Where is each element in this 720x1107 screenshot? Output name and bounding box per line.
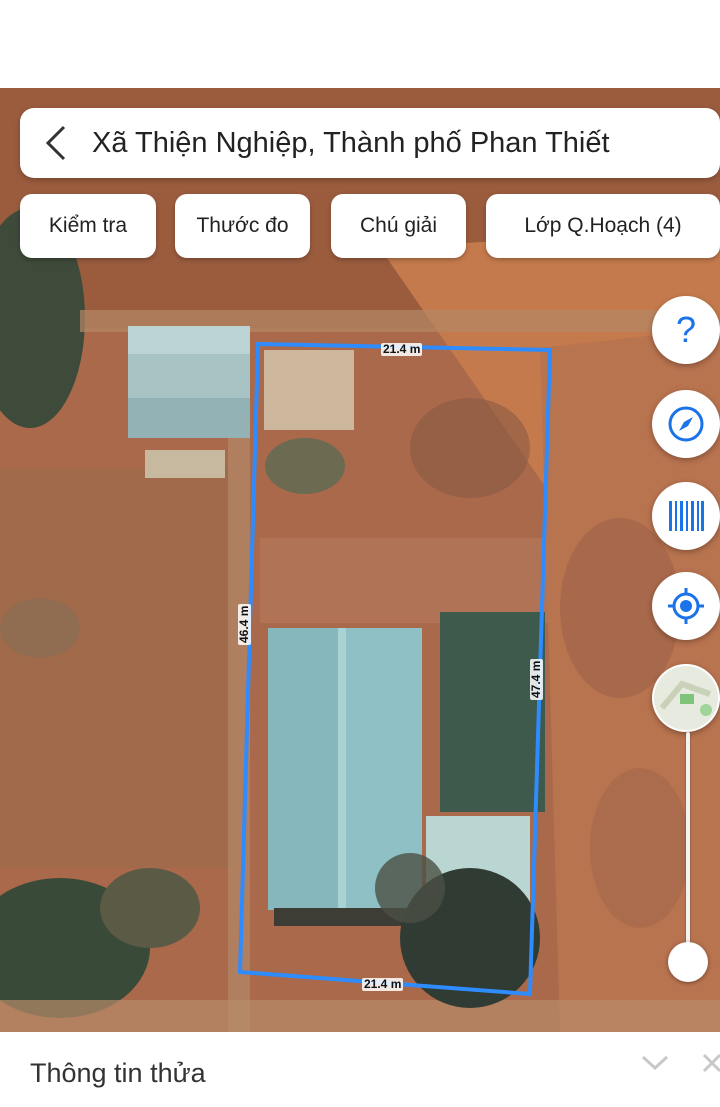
measure-top-label: 21.4 m [381,342,423,356]
question-mark-icon: ? [676,310,696,350]
locate-icon [668,588,704,624]
measure-right-label: 47.4 m [529,658,543,700]
svg-text:?: ? [676,310,696,350]
map-layer-button[interactable] [652,664,720,732]
planning-layer-chip[interactable]: Lớp Q.Hoạch (4) [486,194,720,258]
chevron-left-icon [45,125,66,161]
map-thumbnail-icon [654,666,718,730]
help-button[interactable]: ? [652,296,720,364]
compass-icon [668,406,704,442]
parcel-info-title: Thông tin thửa [30,1058,206,1088]
zoom-slider-track[interactable] [686,732,690,964]
barcode-button[interactable] [652,482,720,550]
locate-button[interactable] [652,572,720,640]
ruler-chip[interactable]: Thước đo [175,194,310,258]
check-chip[interactable]: Kiểm tra [20,194,156,258]
location-header[interactable]: Xã Thiện Nghiệp, Thành phố Phan Thiết [20,108,720,178]
measure-left-label: 46.4 m [237,603,251,645]
measure-bottom-label: 21.4 m [362,977,404,991]
barcode-icon [669,501,704,531]
chevron-down-icon[interactable] [640,1054,670,1072]
back-button[interactable] [20,108,92,178]
legend-chip[interactable]: Chú giải [331,194,466,258]
close-icon[interactable] [700,1052,720,1074]
compass-button[interactable] [652,390,720,458]
location-title: Xã Thiện Nghiệp, Thành phố Phan Thiết [92,126,610,159]
zoom-slider-handle[interactable] [668,942,708,982]
